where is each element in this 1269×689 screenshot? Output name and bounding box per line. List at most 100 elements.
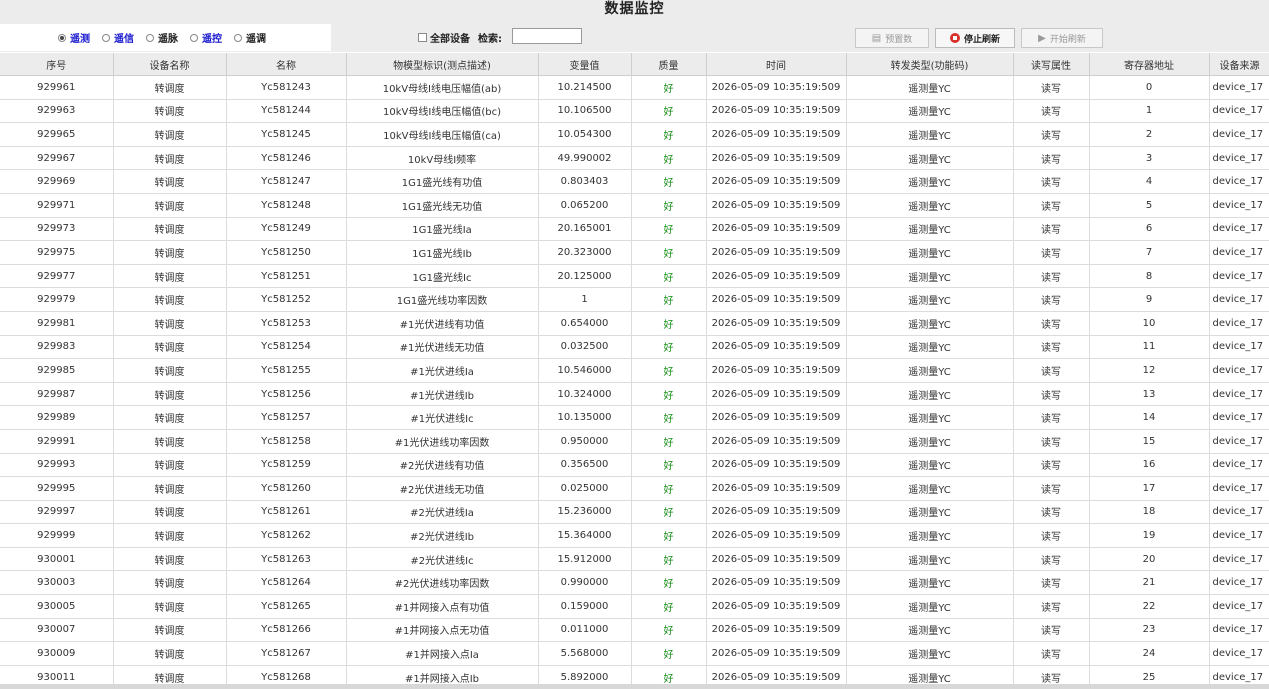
table-row[interactable]: 929975 转调度 Yc581250 1G1盛光线Ib 20.323000 好 2026-… xyxy=(0,240,1269,265)
table-cell: device_17 xyxy=(1209,217,1269,242)
column-header[interactable]: 序号 xyxy=(0,53,114,76)
table-cell: 好 xyxy=(631,570,707,596)
table-cell: 929999 xyxy=(0,523,114,548)
table-cell: 读写 xyxy=(1013,311,1090,336)
table-cell: device_17 xyxy=(1209,476,1269,501)
column-header[interactable]: 质量 xyxy=(631,53,707,76)
radio-option-yaotiao[interactable]: 遥调 xyxy=(234,30,266,45)
table-row[interactable]: 929995 转调度 Yc581260 #2光伏进线无功值 0.025000 好 2026-… xyxy=(0,476,1269,501)
all-devices-label: 全部设备 xyxy=(430,34,470,45)
table-row[interactable]: 929977 转调度 Yc581251 1G1盛光线Ic 20.125000 好 2026-… xyxy=(0,264,1269,289)
preset-button[interactable]: ▤ 预置数 xyxy=(855,28,929,48)
table-row[interactable]: 930005 转调度 Yc581265 #1并网接入点有功值 0.159000 好 2026… xyxy=(0,594,1269,619)
column-header[interactable]: 时间 xyxy=(706,53,847,76)
radio-label: 遥脉 xyxy=(158,34,178,45)
table-cell: 929971 xyxy=(0,193,114,218)
radio-option-yaomai[interactable]: 遥脉 xyxy=(146,30,178,45)
table-cell: 遥测量YC xyxy=(846,193,1014,218)
table-cell: 好 xyxy=(631,500,707,525)
table-cell: #2光伏进线有功值 xyxy=(346,453,539,478)
table-cell: 好 xyxy=(631,618,707,643)
table-cell: 1G1盛光线有功值 xyxy=(346,169,539,194)
table-cell: #1并网接入点有功值 xyxy=(346,594,539,619)
table-cell: 2026-05-09 10:35:19:509 xyxy=(706,287,847,312)
table-row[interactable]: 929967 转调度 Yc581246 10kV母线Ⅰ频率 49.990002 好 2026… xyxy=(0,146,1269,171)
page-title: 数据监控 xyxy=(604,1,665,17)
table-cell: 读写 xyxy=(1013,122,1090,147)
table-cell: Yc581248 xyxy=(226,193,347,218)
column-header[interactable]: 读写属性 xyxy=(1013,53,1090,76)
table-cell: device_17 xyxy=(1209,429,1269,454)
table-cell: 15.236000 xyxy=(538,500,632,525)
table-cell: 读写 xyxy=(1013,570,1090,596)
table-row[interactable]: 929999 转调度 Yc581262 #2光伏进线Ib 15.364000 好 2026-… xyxy=(0,523,1269,548)
table-row[interactable]: 929969 转调度 Yc581247 1G1盛光线有功值 0.803403 好 2026-… xyxy=(0,169,1269,194)
column-header[interactable]: 名称 xyxy=(226,53,347,76)
table-cell: 21 xyxy=(1089,570,1210,596)
horizontal-scrollbar[interactable] xyxy=(0,684,1269,689)
table-cell: Yc581258 xyxy=(226,429,347,454)
radio-option-yaoxin[interactable]: 遥信 xyxy=(102,30,134,45)
table-row[interactable]: 929997 转调度 Yc581261 #2光伏进线Ia 15.236000 好 2026-… xyxy=(0,500,1269,525)
table-cell: 好 xyxy=(631,453,707,478)
table-cell: 4 xyxy=(1089,169,1210,194)
radio-label: 遥信 xyxy=(114,34,134,45)
table-row[interactable]: 929989 转调度 Yc581257 #1光伏进线Ic 10.135000 好 2026-… xyxy=(0,405,1269,430)
column-header[interactable]: 物模型标识(测点描述) xyxy=(346,53,539,76)
table-cell: Yc581262 xyxy=(226,523,347,548)
table-row[interactable]: 929983 转调度 Yc581254 #1光伏进线无功值 0.032500 好 2026-… xyxy=(0,335,1269,360)
table-row[interactable]: 930009 转调度 Yc581267 #1并网接入点Ia 5.568000 好 2026-… xyxy=(0,641,1269,666)
table-cell: 2026-05-09 10:35:19:509 xyxy=(706,453,847,478)
radio-option-yaoce[interactable]: 遥测 xyxy=(58,30,90,45)
table-cell: Yc581251 xyxy=(226,264,347,289)
table-row[interactable]: 929965 转调度 Yc581245 10kV母线Ⅰ线电压幅值(ca) 10.0543… xyxy=(0,122,1269,147)
stop-refresh-button[interactable]: 停止刷新 xyxy=(935,28,1015,48)
table-cell: 转调度 xyxy=(113,618,227,643)
table-cell: 遥测量YC xyxy=(846,169,1014,194)
table-cell: device_17 xyxy=(1209,146,1269,171)
table-cell: 转调度 xyxy=(113,547,227,572)
table-cell: #1并网接入点无功值 xyxy=(346,618,539,643)
table-cell: 929989 xyxy=(0,405,114,430)
table-row[interactable]: 929991 转调度 Yc581258 #1光伏进线功率因数 0.950000 好 2026… xyxy=(0,429,1269,454)
table-cell: 转调度 xyxy=(113,99,227,124)
table-row[interactable]: 930003 转调度 Yc581264 #2光伏进线功率因数 0.990000 好 2026… xyxy=(0,570,1269,596)
table-row[interactable]: 929973 转调度 Yc581249 1G1盛光线Ia 20.165001 好 2026-… xyxy=(0,217,1269,242)
table-cell: #2光伏进线无功值 xyxy=(346,476,539,501)
start-refresh-button[interactable]: ▶ 开始刷新 xyxy=(1021,28,1103,48)
table-cell: 读写 xyxy=(1013,217,1090,242)
table-row[interactable]: 930001 转调度 Yc581263 #2光伏进线Ic 15.912000 好 2026-… xyxy=(0,547,1269,572)
all-devices-checkbox[interactable] xyxy=(418,33,427,42)
table-cell: device_17 xyxy=(1209,453,1269,478)
radio-option-yaokong[interactable]: 遥控 xyxy=(190,30,222,45)
table-row[interactable]: 929985 转调度 Yc581255 #1光伏进线Ia 10.546000 好 2026-… xyxy=(0,358,1269,383)
table-row[interactable]: 929963 转调度 Yc581244 10kV母线Ⅰ线电压幅值(bc) 10.1065… xyxy=(0,99,1269,124)
table-cell: 2026-05-09 10:35:19:509 xyxy=(706,405,847,430)
table-cell: 0.803403 xyxy=(538,169,632,194)
table-cell: 49.990002 xyxy=(538,146,632,171)
table-cell: device_17 xyxy=(1209,99,1269,124)
table-cell: 6 xyxy=(1089,217,1210,242)
table-row[interactable]: 929961 转调度 Yc581243 10kV母线Ⅰ线电压幅值(ab) 10.2145… xyxy=(0,75,1269,100)
column-header[interactable]: 寄存器地址 xyxy=(1089,53,1210,76)
table-row[interactable]: 930007 转调度 Yc581266 #1并网接入点无功值 0.011000 好 2026… xyxy=(0,618,1269,643)
table-row[interactable]: 929971 转调度 Yc581248 1G1盛光线无功值 0.065200 好 2026-… xyxy=(0,193,1269,218)
table-cell: 好 xyxy=(631,264,707,289)
column-header[interactable]: 设备名称 xyxy=(113,53,227,76)
table-row[interactable]: 929981 转调度 Yc581253 #1光伏进线有功值 0.654000 好 2026-… xyxy=(0,311,1269,336)
table-cell: 13 xyxy=(1089,382,1210,407)
table-row[interactable]: 929987 转调度 Yc581256 #1光伏进线Ib 10.324000 好 2026-… xyxy=(0,382,1269,407)
table-cell: 2026-05-09 10:35:19:509 xyxy=(706,311,847,336)
column-header[interactable]: 变量值 xyxy=(538,53,632,76)
table-cell: 好 xyxy=(631,122,707,147)
table-row[interactable]: 929993 转调度 Yc581259 #2光伏进线有功值 0.356500 好 2026-… xyxy=(0,453,1269,478)
table-row[interactable]: 929979 转调度 Yc581252 1G1盛光线功率因数 1 好 2026-05-09 … xyxy=(0,287,1269,312)
table-cell: 遥测量YC xyxy=(846,570,1014,596)
column-header[interactable]: 转发类型(功能码) xyxy=(846,53,1014,76)
table-cell: #1并网接入点Ia xyxy=(346,641,539,666)
table-cell: 遥测量YC xyxy=(846,382,1014,407)
table-cell: 遥测量YC xyxy=(846,311,1014,336)
search-input[interactable] xyxy=(512,28,582,44)
column-header[interactable]: 设备来源 xyxy=(1209,53,1269,76)
table-cell: 15.364000 xyxy=(538,523,632,548)
